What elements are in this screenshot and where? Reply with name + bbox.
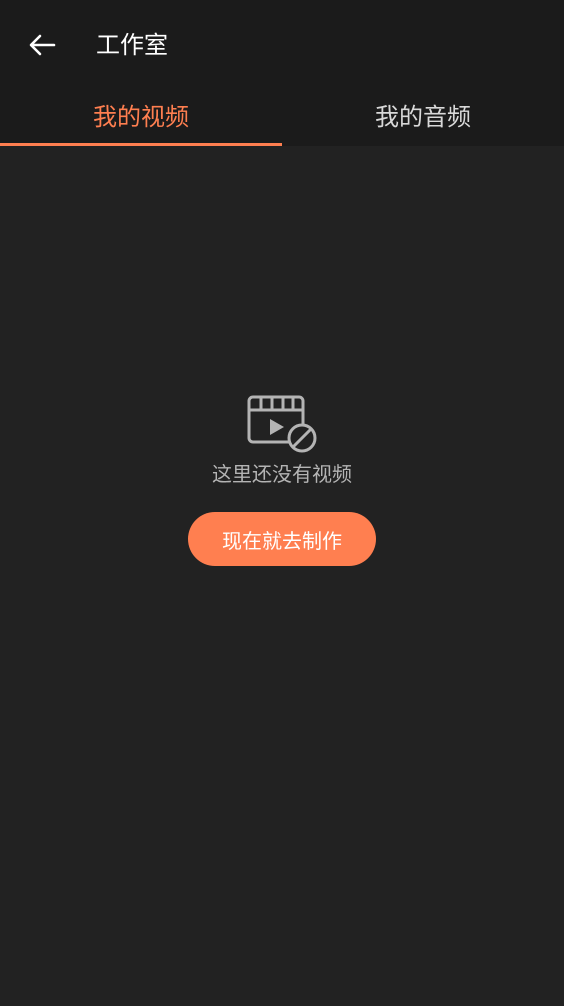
empty-state-message: 这里还没有视频: [212, 462, 352, 486]
arrow-left-icon: [29, 34, 56, 56]
back-button[interactable]: [18, 26, 66, 64]
tab-my-videos[interactable]: 我的视频: [0, 90, 282, 146]
app-header: 工作室 我的视频 我的音频: [0, 0, 564, 146]
page-title: 工作室: [96, 31, 168, 59]
studio-screen: 工作室 我的视频 我的音频 这里还没有视频 现在就去制作: [0, 0, 564, 1006]
video-unavailable-icon: [247, 395, 317, 453]
tab-my-videos-label: 我的视频: [93, 103, 189, 131]
tab-my-audios[interactable]: 我的音频: [282, 90, 564, 146]
tab-bar: 我的视频 我的音频: [0, 90, 564, 146]
create-now-button[interactable]: 现在就去制作: [188, 512, 376, 566]
selected-tab-indicator: [0, 143, 282, 146]
tab-my-audios-label: 我的音频: [375, 103, 471, 131]
